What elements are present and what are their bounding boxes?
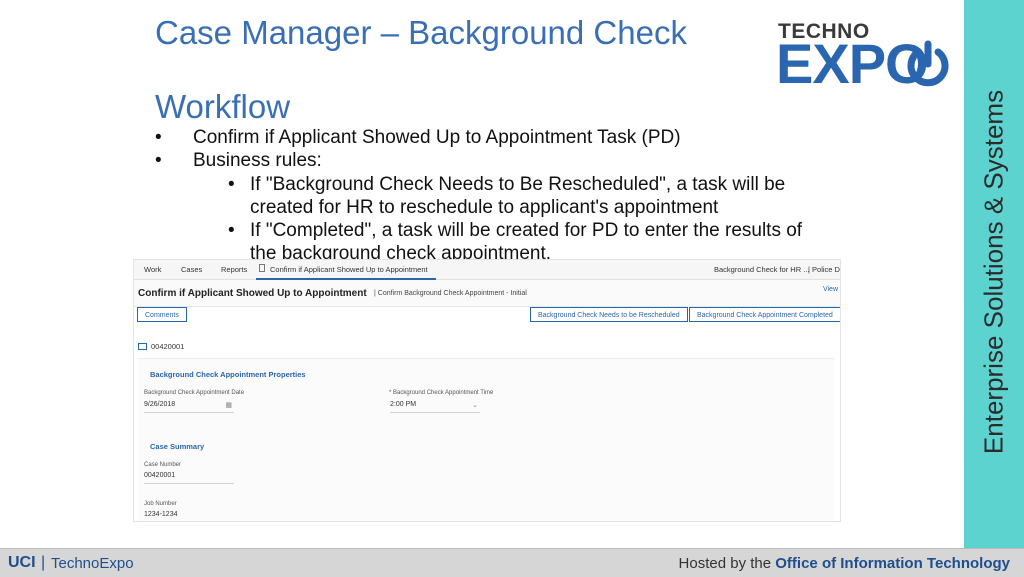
page-subtitle: | Confirm Background Check Appointment -… xyxy=(374,290,527,297)
appointment-completed-button[interactable]: Background Check Appointment Completed xyxy=(689,307,840,322)
app-nav-bar: Work Cases Reports Confirm if Applicant … xyxy=(134,260,840,280)
workflow-heading: Workflow xyxy=(155,88,291,125)
nav-cases[interactable]: Cases xyxy=(181,265,202,274)
time-label: * Background Check Appointment Time xyxy=(389,390,494,396)
footer-hosted-by: Hosted by the Office of Information Tech… xyxy=(679,555,1010,572)
bullet-item: • Business rules: xyxy=(155,149,322,172)
job-number-label: Job Number xyxy=(144,501,177,507)
summary-section-title: Case Summary xyxy=(150,442,205,451)
sidebar-text: Enterprise Solutions & Systems xyxy=(978,89,1009,455)
sub-bullet-text: If "Background Check Needs to Be Resched… xyxy=(250,174,786,218)
case-id-row[interactable]: 00420001 xyxy=(138,342,184,351)
tab-confirm-appointment[interactable]: Confirm if Applicant Showed Up to Appoin… xyxy=(256,260,436,280)
tab-label: Confirm if Applicant Showed Up to Appoin… xyxy=(270,265,428,274)
comments-button[interactable]: Comments xyxy=(137,307,187,322)
power-icon xyxy=(907,40,949,87)
view-link[interactable]: View xyxy=(823,286,838,293)
page-title: Confirm if Applicant Showed Up to Appoin… xyxy=(138,288,367,299)
case-id: 00420001 xyxy=(151,342,185,351)
app-screenshot: Work Cases Reports Confirm if Applicant … xyxy=(133,259,841,522)
date-label: Background Check Appointment Date xyxy=(144,390,245,396)
techno-expo-logo: TECHNO EXPO xyxy=(776,20,954,94)
hosted-prefix: Hosted by the xyxy=(678,555,772,572)
case-number-label: Case Number xyxy=(144,462,182,468)
chevron-down-icon: ⌄ xyxy=(472,402,478,409)
job-number-value: 1234-1234 xyxy=(144,511,234,521)
slide-title: Case Manager – Background Check xyxy=(155,14,687,51)
bullet-text: Business rules: xyxy=(193,150,322,171)
date-field[interactable]: 9/26/2018 ▦ xyxy=(144,401,234,413)
bullet-dot: • xyxy=(155,127,162,148)
nav-work[interactable]: Work xyxy=(144,265,161,274)
sub-bullet-item: • If "Background Check Needs to Be Resch… xyxy=(228,173,830,219)
footer-technoexpo: TechnoExpo xyxy=(51,555,134,572)
calendar-icon[interactable]: ▦ xyxy=(225,401,232,409)
reschedule-button[interactable]: Background Check Needs to be Rescheduled xyxy=(530,307,688,322)
folder-icon xyxy=(138,343,147,350)
properties-section-title: Background Check Appointment Properties xyxy=(150,370,306,379)
bullet-dot: • xyxy=(228,174,235,195)
tab-police-dept[interactable]: | Police De xyxy=(808,265,840,274)
bullet-dot: • xyxy=(155,150,162,171)
footer-uci: UCI xyxy=(8,554,36,571)
bullet-dot: • xyxy=(228,220,235,241)
footer-separator: | xyxy=(41,554,46,571)
app-page-header: Confirm if Applicant Showed Up to Appoin… xyxy=(134,280,840,307)
footer-bar: UCI | TechnoExpo Hosted by the Office of… xyxy=(0,548,1024,577)
bullet-item: • Confirm if Applicant Showed Up to Appo… xyxy=(155,126,681,149)
case-number-value: 00420001 xyxy=(144,472,234,484)
clipboard-icon xyxy=(259,264,265,272)
sidebar-banner: Enterprise Solutions & Systems xyxy=(964,0,1024,548)
time-select[interactable]: 2:00 PM ⌄ xyxy=(390,401,480,413)
nav-reports[interactable]: Reports xyxy=(221,265,247,274)
properties-panel: Background Check Appointment Properties … xyxy=(138,358,834,521)
tab-background-check-hr[interactable]: Background Check for HR ... xyxy=(714,265,809,274)
date-value: 9/26/2018 xyxy=(144,401,176,408)
bullet-text: Confirm if Applicant Showed Up to Appoin… xyxy=(193,127,681,148)
hosted-org: Office of Information Technology xyxy=(775,555,1010,572)
time-value: 2:00 PM xyxy=(390,401,417,408)
